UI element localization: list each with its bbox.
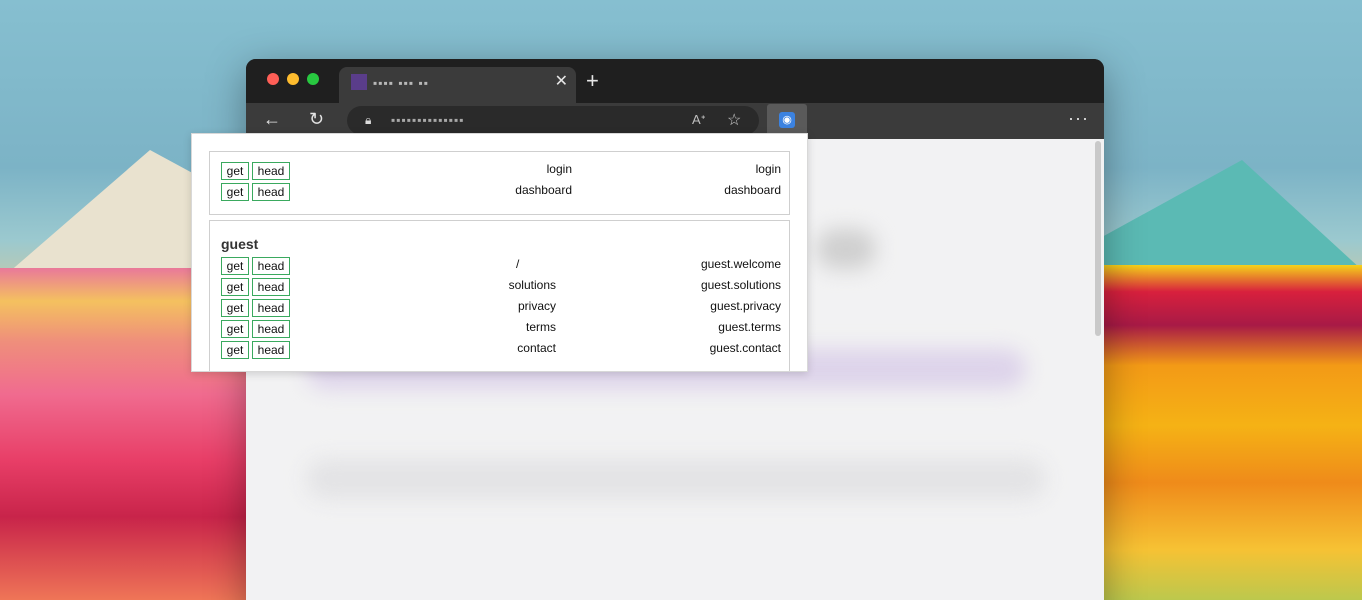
reload-icon[interactable]: ↻ <box>309 110 324 128</box>
route-row: get head login login <box>210 161 791 181</box>
route-row: get head terms guest.terms <box>210 319 791 339</box>
plus-icon[interactable]: + <box>586 70 599 92</box>
address-bar[interactable]: 🔒︎ ▪▪▪▪▪▪▪▪▪▪▪▪▪▪ Aᐩ ☆ <box>347 106 759 135</box>
route-uri: dashboard <box>515 183 572 197</box>
route-uri: solutions <box>508 278 556 292</box>
method-badge: head <box>252 162 290 180</box>
minimize-window-button[interactable] <box>287 73 299 85</box>
method-badge: get <box>221 278 249 296</box>
arrow-left-icon[interactable]: ← <box>263 110 281 128</box>
route-row: get head privacy guest.privacy <box>210 298 791 318</box>
close-window-button[interactable] <box>267 73 279 85</box>
method-badge: get <box>221 341 249 359</box>
route-name: login <box>755 162 781 176</box>
route-row: get head dashboard dashboard <box>210 182 791 202</box>
wallpaper-hills-right <box>1102 265 1362 600</box>
route-group-guest: guest get head / guest.welcome get head … <box>209 220 791 371</box>
route-group: get head login login get head dashboard … <box>209 151 790 215</box>
routes-popup: get head login login get head dashboard … <box>191 133 808 372</box>
read-aloud-icon[interactable]: Aᐩ <box>692 112 706 128</box>
method-badge: head <box>252 278 290 296</box>
url-text: ▪▪▪▪▪▪▪▪▪▪▪▪▪▪ <box>391 113 465 127</box>
method-badge: head <box>252 320 290 338</box>
zoom-window-button[interactable] <box>307 73 319 85</box>
route-row: get head / guest.welcome <box>210 256 791 276</box>
favorites-icon[interactable]: ☆ <box>727 110 741 130</box>
lock-icon[interactable]: 🔒︎ <box>365 113 377 127</box>
browser-tab[interactable]: ▪▪▪▪ ▪▪▪ ▪▪ ✕ <box>339 67 576 103</box>
method-badge: get <box>221 299 249 317</box>
blurred-content <box>816 229 876 269</box>
close-icon[interactable]: ✕ <box>555 74 568 90</box>
route-name: dashboard <box>724 183 781 197</box>
blurred-content <box>306 459 1046 499</box>
method-badge: get <box>221 257 249 275</box>
extension-button[interactable]: ◉ <box>767 104 807 136</box>
more-icon[interactable]: ··· <box>1068 108 1089 129</box>
route-name: guest.welcome <box>700 257 781 271</box>
tab-favicon-icon <box>351 74 367 90</box>
tab-title: ▪▪▪▪ ▪▪▪ ▪▪ <box>373 76 429 90</box>
route-uri: privacy <box>517 299 556 313</box>
route-uri: contact <box>517 341 556 355</box>
route-row: get head solutions guest.solutions <box>210 277 791 297</box>
route-name: guest.terms <box>718 320 781 334</box>
method-badge: head <box>252 257 290 275</box>
extension-icon: ◉ <box>779 112 795 128</box>
method-badge: get <box>221 320 249 338</box>
route-name: guest.contact <box>709 341 781 355</box>
method-badge: head <box>252 299 290 317</box>
route-name: guest.privacy <box>710 299 781 313</box>
route-group-title: guest <box>221 236 259 252</box>
route-uri: terms <box>526 320 556 334</box>
route-uri: login <box>546 162 572 176</box>
tab-bar: ▪▪▪▪ ▪▪▪ ▪▪ ✕ + <box>246 59 1104 103</box>
method-badge: get <box>221 183 249 201</box>
route-row: get head contact guest.contact <box>210 340 791 360</box>
route-uri: / <box>516 257 520 271</box>
page-scrollbar[interactable] <box>1095 141 1101 336</box>
method-badge: get <box>221 162 249 180</box>
method-badge: head <box>252 341 290 359</box>
method-badge: head <box>252 183 290 201</box>
route-name: guest.solutions <box>700 278 781 292</box>
